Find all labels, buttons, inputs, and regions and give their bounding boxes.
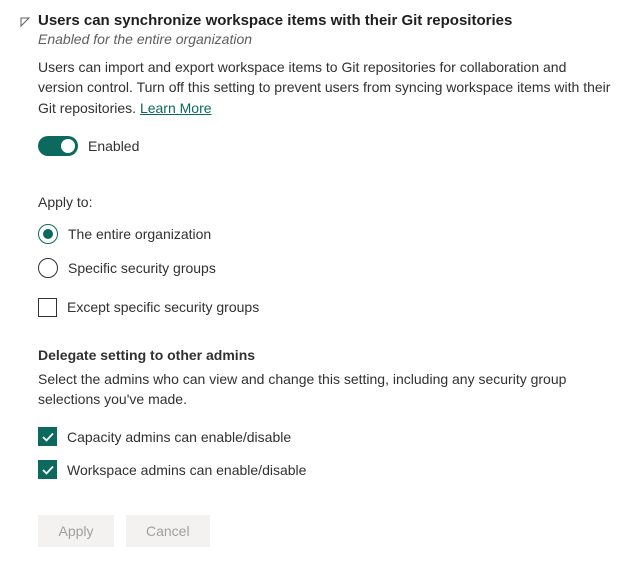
- radio-dot: [43, 229, 53, 239]
- capacity-admins-label: Capacity admins can enable/disable: [67, 429, 291, 445]
- setting-description: Users can import and export workspace it…: [38, 57, 611, 118]
- delegate-heading: Delegate setting to other admins: [38, 347, 611, 363]
- except-checkbox[interactable]: [38, 298, 57, 317]
- except-checkbox-row: Except specific security groups: [38, 298, 611, 317]
- radio-entire-org-row: The entire organization: [38, 224, 611, 244]
- apply-button[interactable]: Apply: [38, 515, 114, 547]
- cancel-button[interactable]: Cancel: [126, 515, 210, 547]
- workspace-admins-row: Workspace admins can enable/disable: [38, 460, 611, 479]
- setting-title: Users can synchronize workspace items wi…: [38, 12, 512, 29]
- button-row: Apply Cancel: [38, 515, 611, 547]
- setting-subtitle: Enabled for the entire organization: [38, 31, 611, 47]
- enable-toggle-row: Enabled: [38, 136, 611, 156]
- toggle-label: Enabled: [88, 138, 139, 154]
- radio-specific-groups-label: Specific security groups: [68, 260, 216, 276]
- workspace-admins-checkbox[interactable]: [38, 460, 57, 479]
- delegate-description: Select the admins who can view and chang…: [38, 369, 611, 410]
- learn-more-link[interactable]: Learn More: [140, 100, 212, 116]
- description-text: Users can import and export workspace it…: [38, 59, 610, 116]
- capacity-admins-checkbox[interactable]: [38, 427, 57, 446]
- radio-entire-org[interactable]: [38, 224, 58, 244]
- collapse-icon[interactable]: [20, 17, 30, 27]
- capacity-admins-row: Capacity admins can enable/disable: [38, 427, 611, 446]
- radio-specific-groups-row: Specific security groups: [38, 258, 611, 278]
- except-checkbox-label: Except specific security groups: [67, 299, 259, 315]
- enable-toggle[interactable]: [38, 136, 78, 156]
- workspace-admins-label: Workspace admins can enable/disable: [67, 462, 306, 478]
- setting-header: Users can synchronize workspace items wi…: [20, 12, 611, 29]
- radio-specific-groups[interactable]: [38, 258, 58, 278]
- checkmark-icon: [41, 463, 55, 477]
- radio-entire-org-label: The entire organization: [68, 226, 211, 242]
- apply-to-label: Apply to:: [38, 194, 611, 210]
- checkmark-icon: [41, 430, 55, 444]
- toggle-knob: [61, 139, 75, 153]
